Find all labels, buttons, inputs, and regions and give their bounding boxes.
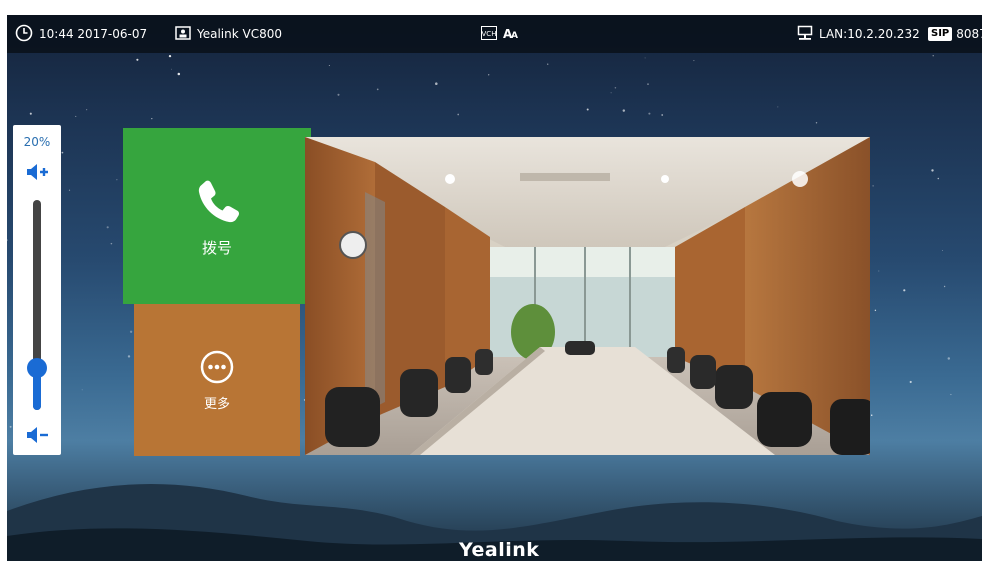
- star: [874, 309, 877, 312]
- star: [29, 112, 32, 115]
- camera-preview[interactable]: [305, 137, 870, 455]
- star: [9, 425, 12, 428]
- device-name-text: Yealink VC800: [197, 27, 283, 41]
- volume-percent: 20%: [23, 135, 51, 149]
- star: [376, 88, 379, 91]
- volume-panel: 20%: [13, 125, 61, 455]
- star: [815, 122, 818, 124]
- font-size-icon: AA: [503, 26, 521, 43]
- star: [7, 239, 8, 241]
- star: [129, 330, 133, 333]
- star: [909, 380, 912, 384]
- status-bar: 10:44 2017-06-07 Yealink VC800 VCH AA LA…: [7, 15, 982, 53]
- star: [68, 189, 71, 191]
- network-icon: [797, 25, 813, 44]
- volume-down-button[interactable]: [26, 425, 50, 449]
- star: [644, 57, 646, 59]
- more-icon: [199, 349, 235, 389]
- star: [106, 226, 109, 229]
- status-device: Yealink VC800: [175, 15, 282, 53]
- home-screen: 10:44 2017-06-07 Yealink VC800 VCH AA LA…: [7, 15, 982, 561]
- star: [872, 185, 874, 187]
- time-date-text: 10:44 2017-06-07: [39, 27, 148, 41]
- star: [870, 414, 873, 416]
- star: [136, 58, 139, 61]
- volume-up-button[interactable]: [26, 162, 50, 186]
- star: [151, 117, 153, 120]
- svg-text:VCH: VCH: [482, 30, 497, 38]
- star: [328, 65, 330, 66]
- star: [171, 68, 172, 70]
- status-center-icons: VCH AA: [481, 15, 527, 53]
- star: [777, 106, 779, 108]
- volume-down-icon: [27, 427, 48, 443]
- star: [647, 83, 649, 85]
- star: [661, 114, 664, 116]
- star: [75, 115, 77, 117]
- star: [903, 289, 906, 292]
- star: [86, 109, 88, 111]
- star: [932, 55, 934, 57]
- dial-label: 拨号: [201, 238, 232, 257]
- more-label: 更多: [203, 396, 230, 412]
- star: [586, 108, 589, 111]
- phone-icon: [192, 175, 242, 229]
- status-time: 10:44 2017-06-07: [15, 15, 147, 53]
- lan-address-text: LAN:10.2.20.232: [819, 27, 920, 41]
- star: [116, 179, 118, 181]
- star: [648, 112, 651, 115]
- star: [435, 82, 438, 85]
- device-icon: [175, 25, 191, 43]
- star: [937, 177, 940, 180]
- star: [943, 285, 946, 288]
- star: [942, 250, 943, 251]
- star: [947, 357, 951, 360]
- star: [950, 393, 952, 396]
- star: [931, 169, 934, 172]
- star: [61, 151, 64, 154]
- conference-room-image: [305, 137, 870, 455]
- status-sip: SIP 8087: [928, 15, 982, 53]
- star: [878, 270, 880, 272]
- more-tile[interactable]: 更多: [134, 304, 300, 456]
- clock-icon: [15, 24, 33, 45]
- sip-badge: SIP: [928, 27, 953, 41]
- star: [610, 92, 612, 94]
- video-quality-icon: VCH: [481, 25, 497, 43]
- star: [693, 60, 695, 62]
- star: [622, 109, 626, 112]
- sip-number-text: 8087: [956, 27, 982, 41]
- star: [488, 74, 490, 76]
- star: [547, 63, 549, 65]
- dial-tile[interactable]: 拨号: [123, 128, 311, 304]
- volume-slider-thumb[interactable]: [27, 358, 47, 378]
- star: [110, 242, 113, 245]
- star: [81, 389, 83, 391]
- star: [337, 93, 340, 96]
- star: [168, 54, 172, 58]
- star: [614, 87, 617, 89]
- brand-logo: Yealink: [459, 539, 540, 561]
- svg-text:A: A: [511, 31, 518, 40]
- status-lan: LAN:10.2.20.232: [797, 15, 920, 53]
- star: [177, 72, 181, 76]
- star: [457, 113, 460, 116]
- volume-up-icon: [27, 164, 48, 180]
- star: [127, 355, 131, 358]
- volume-slider[interactable]: [27, 200, 47, 410]
